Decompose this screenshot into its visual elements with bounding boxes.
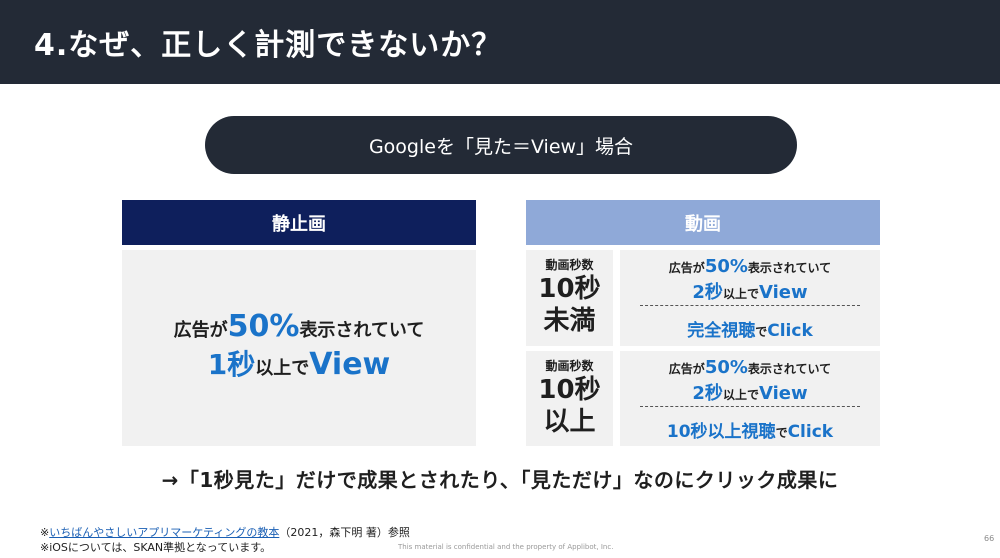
video-click-condition: 10秒以上視聴でClick [620,417,880,442]
video-post: 表示されていて [747,362,832,376]
dashed-divider [640,305,860,306]
duration-box-under-10: 動画秒数 10秒 未満 [526,250,613,346]
duration-label: 動画秒数 [545,359,594,373]
footnote-reference-rest: （2021，森下明 著）参照 [279,526,410,539]
video-sec: 2秒 [692,282,723,303]
video-condition-box-over-10: 広告が50%表示されていて 2秒以上でView 10秒以上視聴でClick [620,351,880,446]
video-click-condition: 完全視聴でClick [620,316,880,341]
footnote-reference: ※いちばんやさしいアプリマーケティングの教本（2021，森下明 著）参照 [40,524,410,540]
video-view-condition-line2: 2秒以上でView [620,278,880,304]
video-view-condition-line2: 2秒以上でView [620,379,880,405]
video-post: 表示されていて [747,261,832,275]
click-condition-de: で [775,426,788,440]
video-view: View [758,282,808,303]
duration-value: 10秒 [538,375,601,405]
click-condition-de: で [755,325,768,339]
click-condition-click: Click [787,422,834,442]
duration-label: 動画秒数 [545,258,594,272]
header-bar: 4.なぜ、正しく計測できないか？ [0,0,1000,84]
confidential-notice: This material is confidential and the pr… [398,543,614,551]
video-percent: 50% [704,357,748,378]
footnote-ios: ※iOSについては、SKAN準拠となっています。 [40,541,272,554]
static-condition-box: 広告が50%表示されていて 1秒以上でView [122,250,476,446]
video-view: View [758,383,808,404]
footnote-mark: ※ [40,526,50,539]
dashed-divider [640,406,860,407]
static-sec: 1秒 [207,348,256,381]
static-condition-text: 広告が50%表示されていて 1秒以上でView [122,312,476,388]
click-condition-main: 完全視聴 [687,321,756,341]
video-pre: 広告が [668,362,705,376]
duration-value: 10秒 [538,274,601,304]
static-percent: 50% [227,309,300,344]
static-pre: 広告が [173,320,228,341]
page-title: 4.なぜ、正しく計測できないか？ [34,28,503,63]
video-condition-box-under-10: 広告が50%表示されていて 2秒以上でView 完全視聴でClick [620,250,880,346]
video-view-condition-line1: 広告が50%表示されていて [620,256,880,277]
conclusion-text: →「1秒見た」だけで成果とされたり、「見ただけ」なのにクリック成果に [161,468,839,492]
video-column-header: 動画 [526,200,880,245]
condition-pill-text: Googleを「見た＝View」場合 [368,135,634,158]
condition-pill: Googleを「見た＝View」場合 [205,116,797,174]
static-column-header: 静止画 [122,200,476,245]
click-condition-main: 10秒以上視聴 [666,422,776,442]
video-ijo: 以上で [722,287,759,301]
page-number: 66 [984,534,995,543]
duration-qualifier: 未満 [543,306,596,336]
static-view: View [309,347,391,382]
static-column-title: 静止画 [272,213,326,235]
duration-box-over-10: 動画秒数 10秒 以上 [526,351,613,446]
video-ijo: 以上で [722,388,759,402]
video-view-condition-line1: 広告が50%表示されていて [620,357,880,378]
static-ijo: 以上で [255,358,310,379]
click-condition-click: Click [767,321,813,341]
video-sec: 2秒 [692,383,723,404]
reference-link[interactable]: いちばんやさしいアプリマーケティングの教本 [49,526,279,539]
video-column-title: 動画 [685,213,721,235]
video-percent: 50% [704,256,748,277]
duration-qualifier: 以上 [543,407,596,437]
video-pre: 広告が [668,261,705,275]
static-post: 表示されていて [299,320,425,341]
